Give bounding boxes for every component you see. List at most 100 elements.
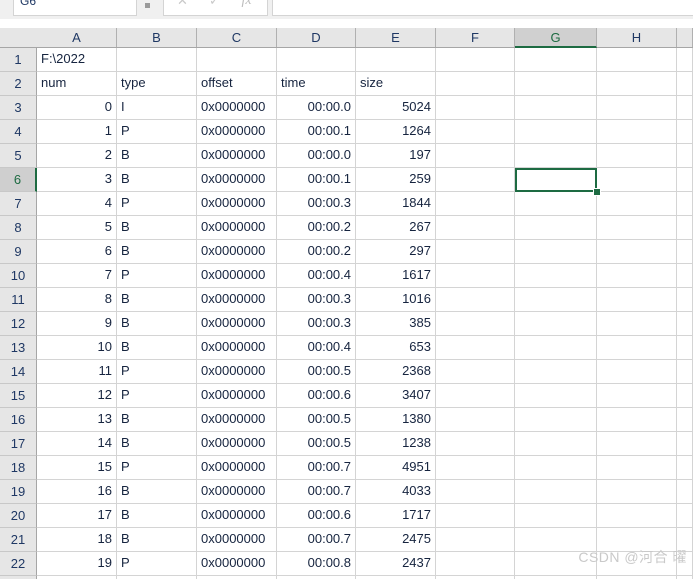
row-header-4[interactable]: 4 bbox=[0, 120, 37, 144]
cell-F15[interactable] bbox=[436, 384, 515, 408]
cell-b20[interactable]: B bbox=[117, 504, 197, 528]
cell-H18[interactable] bbox=[597, 456, 677, 480]
column-header-h[interactable]: H bbox=[597, 28, 677, 47]
cell-G5[interactable] bbox=[515, 144, 597, 168]
cell-a11[interactable]: 8 bbox=[37, 288, 117, 312]
cell-F7[interactable] bbox=[436, 192, 515, 216]
cell-x5[interactable] bbox=[677, 144, 693, 168]
row-header-11[interactable]: 11 bbox=[0, 288, 37, 312]
cell-G9[interactable] bbox=[515, 240, 597, 264]
cell-c2[interactable]: offset bbox=[197, 72, 277, 96]
cell-H12[interactable] bbox=[597, 312, 677, 336]
cell-a14[interactable]: 11 bbox=[37, 360, 117, 384]
cell-c7[interactable]: 0x0000000 bbox=[197, 192, 277, 216]
cell-c3[interactable]: 0x0000000 bbox=[197, 96, 277, 120]
column-header-c[interactable]: C bbox=[197, 28, 277, 47]
row-header-9[interactable]: 9 bbox=[0, 240, 37, 264]
cell-H9[interactable] bbox=[597, 240, 677, 264]
cell-d8[interactable]: 00:00.2 bbox=[277, 216, 356, 240]
cell-x6[interactable] bbox=[677, 168, 693, 192]
cell-x9[interactable] bbox=[677, 240, 693, 264]
cell-x11[interactable] bbox=[677, 288, 693, 312]
column-header-e[interactable]: E bbox=[356, 28, 436, 47]
cell-H1[interactable] bbox=[597, 48, 677, 72]
cell-x12[interactable] bbox=[677, 312, 693, 336]
cell-e10[interactable]: 1617 bbox=[356, 264, 436, 288]
cell-c14[interactable]: 0x0000000 bbox=[197, 360, 277, 384]
cell-e20[interactable]: 1717 bbox=[356, 504, 436, 528]
cell-G1[interactable] bbox=[515, 48, 597, 72]
cell-G20[interactable] bbox=[515, 504, 597, 528]
cell-e7[interactable]: 1844 bbox=[356, 192, 436, 216]
cell-B1[interactable] bbox=[117, 48, 197, 72]
cell-G8[interactable] bbox=[515, 216, 597, 240]
row-header-13[interactable]: 13 bbox=[0, 336, 37, 360]
cell-a7[interactable]: 4 bbox=[37, 192, 117, 216]
cell-G7[interactable] bbox=[515, 192, 597, 216]
cell-c19[interactable]: 0x0000000 bbox=[197, 480, 277, 504]
cell-G12[interactable] bbox=[515, 312, 597, 336]
cell-b13[interactable]: B bbox=[117, 336, 197, 360]
cell-d18[interactable]: 00:00.7 bbox=[277, 456, 356, 480]
cell-a17[interactable]: 14 bbox=[37, 432, 117, 456]
cell-E1[interactable] bbox=[356, 48, 436, 72]
cell-H16[interactable] bbox=[597, 408, 677, 432]
cell-D1[interactable] bbox=[277, 48, 356, 72]
cell-H3[interactable] bbox=[597, 96, 677, 120]
cell-d13[interactable]: 00:00.4 bbox=[277, 336, 356, 360]
cell-G3[interactable] bbox=[515, 96, 597, 120]
column-header-partial[interactable] bbox=[677, 28, 693, 47]
cell-c6[interactable]: 0x0000000 bbox=[197, 168, 277, 192]
cell-e21[interactable]: 2475 bbox=[356, 528, 436, 552]
cell-G18[interactable] bbox=[515, 456, 597, 480]
column-header-a[interactable]: A bbox=[37, 28, 117, 47]
cell-F8[interactable] bbox=[436, 216, 515, 240]
cell-d15[interactable]: 00:00.6 bbox=[277, 384, 356, 408]
cell-H11[interactable] bbox=[597, 288, 677, 312]
cell-d2[interactable]: time bbox=[277, 72, 356, 96]
cell-H19[interactable] bbox=[597, 480, 677, 504]
cell-e2[interactable]: size bbox=[356, 72, 436, 96]
cell-c15[interactable]: 0x0000000 bbox=[197, 384, 277, 408]
cell-G6[interactable] bbox=[515, 168, 597, 192]
cell-b22[interactable]: P bbox=[117, 552, 197, 576]
cell-H5[interactable] bbox=[597, 144, 677, 168]
cell-b3[interactable]: I bbox=[117, 96, 197, 120]
cell-e19[interactable]: 4033 bbox=[356, 480, 436, 504]
cell-x8[interactable] bbox=[677, 216, 693, 240]
cell-F19[interactable] bbox=[436, 480, 515, 504]
cell-d14[interactable]: 00:00.5 bbox=[277, 360, 356, 384]
cell-e14[interactable]: 2368 bbox=[356, 360, 436, 384]
cell-G10[interactable] bbox=[515, 264, 597, 288]
cell-C1[interactable] bbox=[197, 48, 277, 72]
cell-a13[interactable]: 10 bbox=[37, 336, 117, 360]
cell-a3[interactable]: 0 bbox=[37, 96, 117, 120]
cell-F3[interactable] bbox=[436, 96, 515, 120]
cell-F11[interactable] bbox=[436, 288, 515, 312]
row-header-5[interactable]: 5 bbox=[0, 144, 37, 168]
row-header-7[interactable]: 7 bbox=[0, 192, 37, 216]
row-header-10[interactable]: 10 bbox=[0, 264, 37, 288]
row-header-17[interactable]: 17 bbox=[0, 432, 37, 456]
cell-H15[interactable] bbox=[597, 384, 677, 408]
cell-c10[interactable]: 0x0000000 bbox=[197, 264, 277, 288]
cell-e22[interactable]: 2437 bbox=[356, 552, 436, 576]
cell-e16[interactable]: 1380 bbox=[356, 408, 436, 432]
cell-x1[interactable] bbox=[677, 48, 693, 72]
cell-H20[interactable] bbox=[597, 504, 677, 528]
cell-F10[interactable] bbox=[436, 264, 515, 288]
row-header-1[interactable]: 1 bbox=[0, 48, 37, 72]
cell-F4[interactable] bbox=[436, 120, 515, 144]
cell-c22[interactable]: 0x0000000 bbox=[197, 552, 277, 576]
cell-d5[interactable]: 00:00.0 bbox=[277, 144, 356, 168]
cell-b21[interactable]: B bbox=[117, 528, 197, 552]
cell-a8[interactable]: 5 bbox=[37, 216, 117, 240]
cell-H4[interactable] bbox=[597, 120, 677, 144]
cell-b4[interactable]: P bbox=[117, 120, 197, 144]
cell-x20[interactable] bbox=[677, 504, 693, 528]
cell-G19[interactable] bbox=[515, 480, 597, 504]
cell-b6[interactable]: B bbox=[117, 168, 197, 192]
cell-a4[interactable]: 1 bbox=[37, 120, 117, 144]
cell-F18[interactable] bbox=[436, 456, 515, 480]
cell-d12[interactable]: 00:00.3 bbox=[277, 312, 356, 336]
